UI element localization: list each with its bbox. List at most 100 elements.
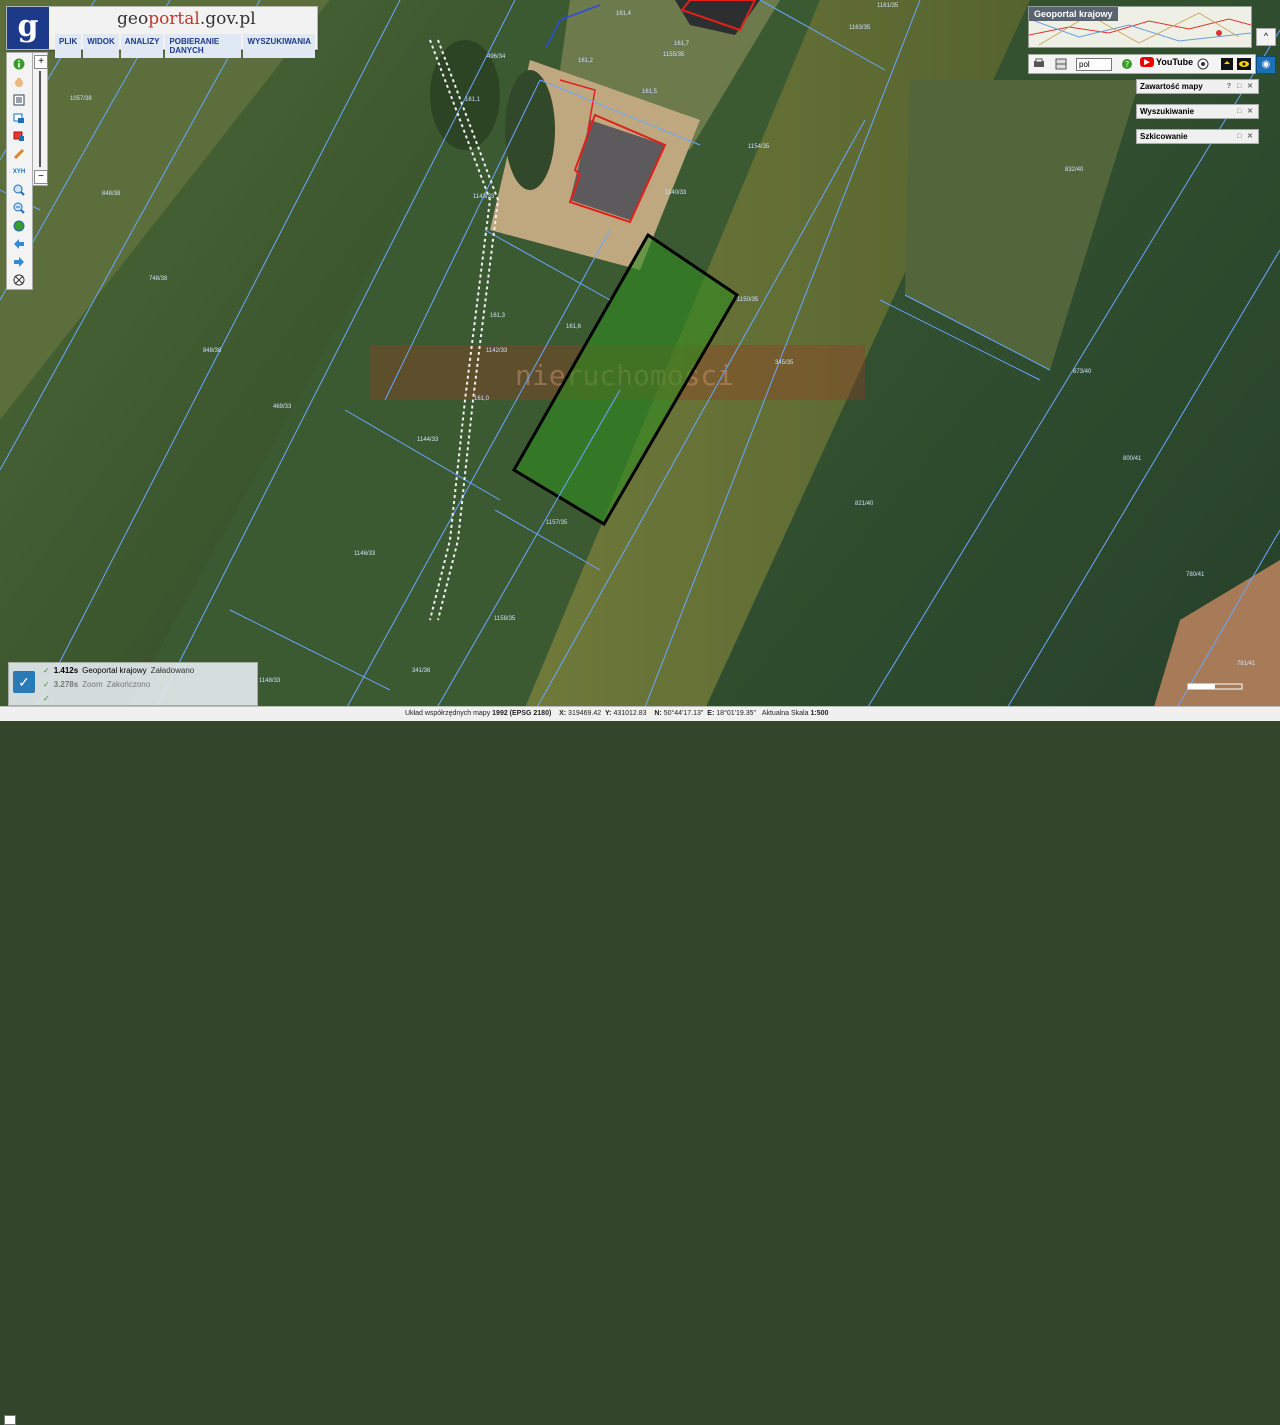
pencil-icon[interactable] xyxy=(11,147,27,161)
svg-text:?: ? xyxy=(1125,60,1129,69)
menu-pobieranie-danych[interactable]: POBIERANIE DANYCH xyxy=(165,34,242,58)
panel-search[interactable]: Wyszukiwanie □ ✕ xyxy=(1136,104,1259,119)
info-icon[interactable] xyxy=(11,57,27,71)
log-service: Geoportal krajowy xyxy=(82,665,147,675)
e-label: E: xyxy=(707,710,715,717)
left-toolbar: XYH xyxy=(6,52,33,290)
parcel-label: 748/38 xyxy=(149,276,168,282)
help-icon[interactable]: ? xyxy=(1121,57,1133,71)
parcel-label: 496/34 xyxy=(487,54,506,60)
panel-controls[interactable]: □ ✕ xyxy=(1237,130,1255,143)
parcel-label: 1150/35 xyxy=(737,297,759,303)
log-service: Zoom xyxy=(82,679,103,689)
zoom-minus-button[interactable]: − xyxy=(34,170,48,184)
crs-prefix: Układ współrzędnych mapy xyxy=(405,710,491,717)
status-bar: Układ współrzędnych mapy 1992 (EPSG 2180… xyxy=(0,706,1280,1425)
check-icon: ✓ xyxy=(43,693,50,703)
header-bar: g geoportal.gov.pl PLIK WIDOK ANALIZY PO… xyxy=(6,6,318,58)
parcel-label: 781/41 xyxy=(1237,661,1256,667)
forward-arrow-icon[interactable] xyxy=(11,255,27,269)
parcel-label: 1057/38 xyxy=(70,96,92,102)
zoom-slider[interactable]: + − xyxy=(32,52,48,186)
log-time: 1.412s xyxy=(53,665,79,675)
e-value: 18°01'19.35" xyxy=(716,710,756,717)
log-status: Załadowano xyxy=(150,665,195,675)
arrow-icon[interactable] xyxy=(1221,57,1233,71)
parcel-label: 161,7 xyxy=(674,41,690,47)
parcel-label: 1155/35 xyxy=(663,52,685,58)
language-select[interactable]: pol xyxy=(1076,58,1112,71)
parcel-label: 1146/33 xyxy=(354,551,376,557)
parcel-label: 161,5 xyxy=(642,89,658,95)
overview-collapse-button[interactable]: ^ xyxy=(1256,28,1276,46)
panel-controls[interactable]: □ ✕ xyxy=(1237,105,1255,118)
hand-icon[interactable] xyxy=(11,75,27,89)
zoom-plus-button[interactable]: + xyxy=(34,55,48,69)
log-check-icon[interactable]: ✓ xyxy=(13,671,35,693)
site-title-suffix: .gov.pl xyxy=(199,9,256,29)
print-icon[interactable] xyxy=(1033,57,1045,71)
globe-icon[interactable] xyxy=(11,219,27,233)
menu-wyszukiwania[interactable]: WYSZUKIWANIA xyxy=(243,34,315,58)
list-icon[interactable] xyxy=(11,93,27,107)
x-label: X: xyxy=(559,710,567,717)
panel-search-label: Wyszukiwanie xyxy=(1140,107,1195,116)
panel-map-contents[interactable]: Zawartość mapy ? □ ✕ xyxy=(1136,79,1259,94)
parcel-label: 1158/35 xyxy=(494,616,516,622)
wms-icon[interactable] xyxy=(1055,57,1067,71)
menu-plik[interactable]: PLIK xyxy=(55,34,82,58)
parcel-label: 821/40 xyxy=(855,501,874,507)
red-edit-icon[interactable] xyxy=(11,129,27,143)
log-status: Zakończono xyxy=(106,679,151,689)
layers-icon[interactable] xyxy=(11,111,27,125)
parcel-label: 1144/33 xyxy=(417,437,439,443)
map-canvas[interactable]: nieruchomości 1057/38848/38748/38848/384… xyxy=(0,0,1280,720)
youtube-link[interactable]: ▶ YouTube xyxy=(1140,57,1193,67)
n-value: 50°44'17.13" xyxy=(663,710,704,717)
youtube-label: YouTube xyxy=(1156,57,1194,67)
parcel-label: 832/40 xyxy=(1065,167,1084,173)
status-corner-box[interactable] xyxy=(4,1415,16,1425)
parcel-label: 1148/33 xyxy=(259,678,281,684)
eye-icon[interactable]: ◉ xyxy=(1256,56,1276,74)
log-row: ✓ xyxy=(43,691,50,705)
parcel-label: 161,3 xyxy=(490,313,506,319)
parcel-label: 848/38 xyxy=(102,191,121,197)
accessibility-eye-icon[interactable] xyxy=(1237,57,1251,71)
overview-map[interactable]: Geoportal krajowy xyxy=(1028,6,1252,48)
panel-sketch[interactable]: Szkicowanie □ ✕ xyxy=(1136,129,1259,144)
parcel-label: 780/41 xyxy=(1186,572,1205,578)
zoom-track[interactable] xyxy=(39,71,41,167)
back-arrow-icon[interactable] xyxy=(11,237,27,251)
menu-widok[interactable]: WIDOK xyxy=(83,34,119,58)
check-icon: ✓ xyxy=(43,679,50,689)
parcel-label: 1154/35 xyxy=(748,144,770,150)
check-icon: ✓ xyxy=(43,665,50,675)
parcel-label: 1142/33 xyxy=(486,348,508,354)
panel-map-contents-label: Zawartość mapy xyxy=(1140,82,1203,91)
crs-value: 1992 (EPSG 2180) xyxy=(492,710,552,717)
log-row: ✓ 3.278s Zoom Zakończono xyxy=(43,677,150,691)
zoom-in-icon[interactable] xyxy=(11,183,27,197)
zoom-out-icon[interactable] xyxy=(11,201,27,215)
panel-sketch-label: Szkicowanie xyxy=(1140,132,1188,141)
crosshair-icon[interactable] xyxy=(11,273,27,287)
parcel-label: 1143/33 xyxy=(473,194,495,200)
log-time: 3.278s xyxy=(53,679,79,689)
parcel-label: 161,1 xyxy=(465,97,481,103)
log-row: ✓ 1.412s Geoportal krajowy Załadowano xyxy=(43,663,194,677)
measure-icon[interactable]: XYH xyxy=(11,165,27,179)
menu-analizy[interactable]: ANALIZY xyxy=(120,34,164,58)
main-menu: PLIK WIDOK ANALIZY POBIERANIE DANYCH WYS… xyxy=(55,34,317,58)
geoportal-logo[interactable]: g xyxy=(7,7,49,49)
site-title: geoportal.gov.pl xyxy=(117,9,256,29)
parcel-label: 161,0 xyxy=(474,396,490,402)
parcel-label: 1163/35 xyxy=(849,25,871,31)
tree-cluster xyxy=(505,70,555,190)
parcel-label: 1161/35 xyxy=(877,3,899,9)
x-value: 319469.42 xyxy=(568,710,602,717)
site-title-accent: portal xyxy=(148,9,200,29)
parcel-label: 873/40 xyxy=(1073,369,1092,375)
panel-controls[interactable]: ? □ ✕ xyxy=(1227,80,1255,93)
settings-icon[interactable] xyxy=(1197,57,1209,71)
